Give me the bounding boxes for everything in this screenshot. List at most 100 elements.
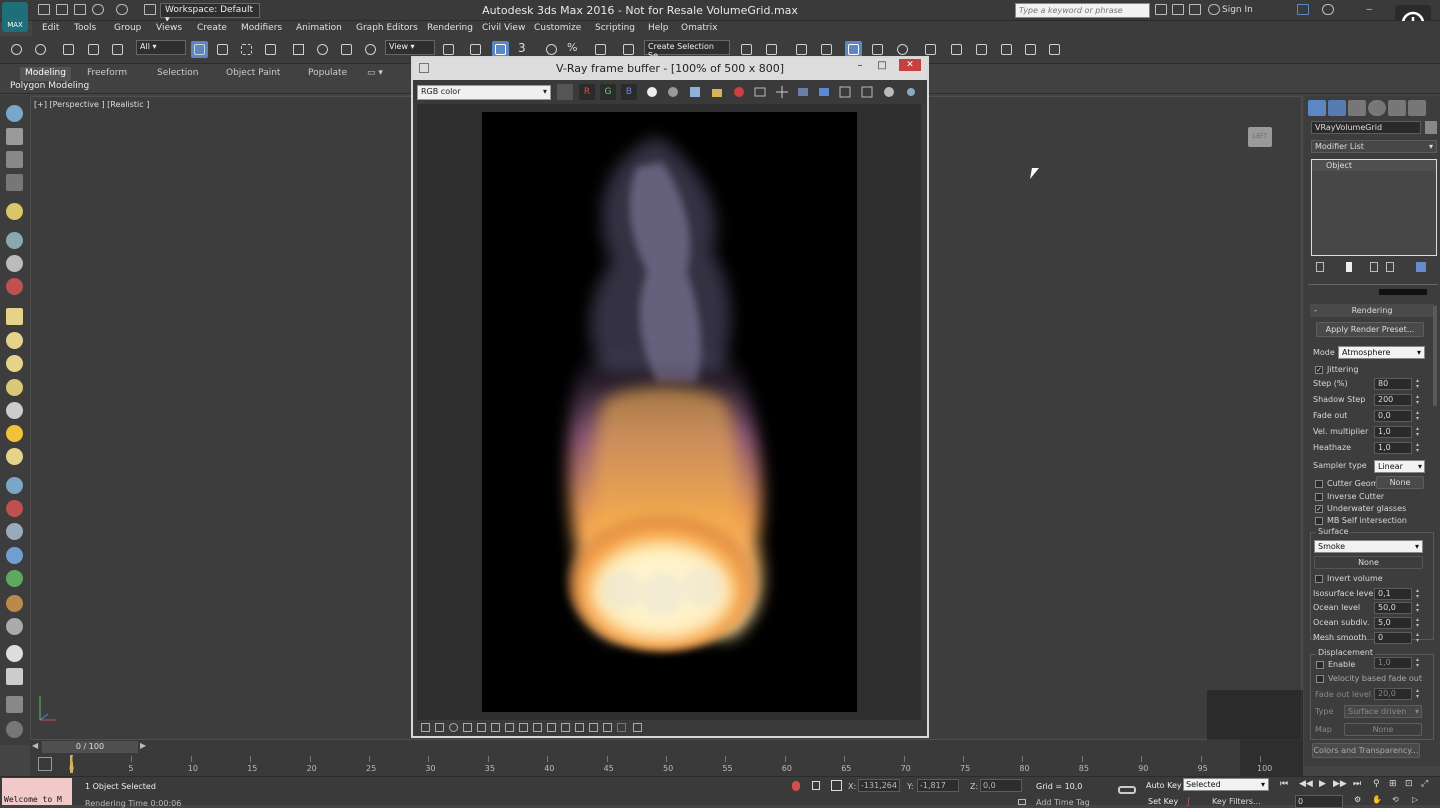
tab-freeform[interactable]: Freeform — [82, 67, 132, 81]
clear-image-icon[interactable] — [731, 84, 747, 100]
menu-modifiers[interactable]: Modifiers — [241, 23, 282, 33]
selection-filter-select[interactable]: All ▾ — [136, 40, 186, 55]
help-icon[interactable] — [6, 721, 23, 738]
bone-icon[interactable] — [6, 523, 23, 540]
add-time-tag-button[interactable]: Add Time Tag — [1036, 798, 1090, 807]
link-to-3dsmax-icon[interactable] — [837, 84, 853, 100]
make-unique-icon[interactable] — [1370, 262, 1378, 272]
menu-omatrix[interactable]: Omatrix — [681, 23, 717, 33]
stamp-icon[interactable] — [903, 84, 919, 100]
field-of-view-icon[interactable]: ▷ — [1412, 795, 1418, 804]
object-name-field[interactable]: VRayVolumeGrid — [1311, 121, 1421, 134]
displacement-enable-checkbox[interactable] — [1316, 661, 1324, 669]
tab-selection[interactable]: Selection — [152, 67, 203, 81]
vel-multiplier-spinner[interactable]: 1,0 — [1374, 426, 1412, 438]
time-config-icon[interactable]: ⚙ — [1354, 795, 1361, 804]
vfb-history-icon[interactable] — [421, 723, 430, 732]
minimize-button[interactable]: ‒ — [1366, 4, 1372, 15]
remove-modifier-icon[interactable] — [1386, 262, 1394, 272]
step-spinner[interactable]: 80 — [1374, 378, 1412, 390]
key-mode-select[interactable]: Selected ▾ — [1183, 778, 1269, 791]
displacement-amount-spinner-arrows[interactable]: ▴ ▾ — [1416, 657, 1422, 669]
heathaze-spinner-arrows[interactable]: ▴ ▾ — [1416, 442, 1422, 454]
zoom-icon[interactable]: ⚲ — [1373, 779, 1380, 789]
select-by-name-icon[interactable] — [214, 41, 231, 58]
vfb-split-icon[interactable] — [603, 723, 612, 732]
vfb-exposure-icon[interactable] — [463, 723, 472, 732]
container-icon[interactable] — [6, 105, 23, 122]
building-icon[interactable] — [6, 668, 23, 685]
menu-customize[interactable]: Customize — [534, 23, 581, 33]
mini-curve-editor-icon[interactable] — [38, 757, 52, 771]
modifier-stack[interactable]: Object — [1311, 159, 1437, 256]
binoculars-icon[interactable] — [1155, 4, 1167, 15]
unlink-icon[interactable] — [85, 41, 102, 58]
motion-tab-icon[interactable] — [1368, 100, 1386, 116]
vfb-curve-icon[interactable] — [491, 723, 500, 732]
apply-render-preset-button[interactable]: Apply Render Preset... — [1316, 322, 1424, 337]
vfb-pixel-aspect-icon[interactable] — [533, 723, 542, 732]
link-icon[interactable] — [60, 41, 77, 58]
displacement-amount-spinner[interactable]: 1,0 — [1374, 657, 1412, 669]
menu-edit[interactable]: Edit — [42, 23, 59, 33]
velocity-fade-checkbox[interactable] — [1316, 675, 1324, 683]
surface-map-button[interactable]: None — [1314, 556, 1423, 569]
shadow-step-spinner[interactable]: 200 — [1374, 394, 1412, 406]
object-color-swatch[interactable] — [1425, 121, 1437, 134]
time-tag-icon[interactable] — [1018, 799, 1026, 805]
render-area[interactable] — [417, 104, 921, 720]
region-render-icon[interactable] — [795, 84, 811, 100]
red-channel-button[interactable]: R — [579, 84, 595, 100]
rotate-icon[interactable] — [314, 41, 331, 58]
alpha-channel-icon[interactable] — [644, 84, 660, 100]
fade-out-spinner-arrows[interactable]: ▴ ▾ — [1416, 410, 1422, 422]
z-coordinate-field[interactable]: 0,0 — [980, 779, 1022, 792]
play-icon[interactable]: ▶ — [1319, 779, 1326, 789]
isosurface-spinner-arrows[interactable]: ▴ ▾ — [1416, 588, 1422, 600]
menu-help[interactable]: Help — [648, 23, 669, 33]
exchange-apps-icon[interactable] — [1297, 4, 1309, 15]
ocean-level-spinner[interactable]: 50,0 — [1374, 602, 1412, 614]
viewcube[interactable]: LEFT — [1248, 127, 1272, 147]
sun-icon[interactable] — [6, 425, 23, 442]
vfb-test-resolution-icon[interactable] — [547, 723, 556, 732]
vfb-maximize-button[interactable]: □ — [873, 60, 891, 74]
save-image-icon[interactable] — [687, 84, 703, 100]
create-tab-icon[interactable] — [1308, 100, 1326, 116]
vel-multiplier-spinner-arrows[interactable]: ▴ ▾ — [1416, 426, 1422, 438]
systems-icon[interactable] — [6, 278, 23, 295]
zoom-all-icon[interactable]: ⊞ — [1389, 779, 1397, 789]
placement-icon[interactable] — [362, 41, 379, 58]
undo-icon[interactable] — [8, 41, 25, 58]
lens-effects-icon[interactable] — [881, 84, 897, 100]
time-slider-track[interactable] — [30, 740, 1240, 754]
new-file-icon[interactable] — [38, 4, 50, 15]
biped-icon[interactable] — [6, 500, 23, 517]
workspace-select[interactable]: Workspace: Default ▾ — [160, 3, 260, 25]
trackbar[interactable] — [30, 754, 1240, 776]
utilities-tab-icon[interactable] — [1408, 100, 1426, 116]
color-correction-icon[interactable] — [557, 84, 573, 100]
menu-civil-view[interactable]: Civil View — [482, 23, 525, 33]
zoom-extents-icon[interactable]: ⊡ — [1405, 779, 1413, 789]
pyramid-icon[interactable] — [6, 402, 23, 419]
monochrome-icon[interactable] — [665, 84, 681, 100]
y-coordinate-field[interactable]: -1,817 — [917, 779, 959, 792]
spacewarp-icon[interactable] — [6, 255, 23, 272]
vfb-levels-icon[interactable] — [477, 723, 486, 732]
displacement-map-button[interactable]: None — [1344, 723, 1422, 736]
ocean-subdiv-spinner[interactable]: 5,0 — [1374, 617, 1412, 629]
cutter-geom-checkbox[interactable] — [1315, 480, 1323, 488]
configure-sets-icon[interactable] — [1416, 262, 1426, 272]
tab-object-paint[interactable]: Object Paint — [221, 67, 285, 81]
step-spinner-arrows[interactable]: ▴ ▾ — [1416, 378, 1422, 390]
tab-modeling[interactable]: Modeling — [20, 67, 71, 81]
vfb-close-button[interactable]: ✕ — [899, 59, 921, 71]
go-to-end-icon[interactable]: ⏭ — [1353, 779, 1361, 789]
rendered-frame-window-icon[interactable] — [948, 41, 965, 58]
vfb-bg-image-icon[interactable] — [505, 723, 514, 732]
mesh-smooth-spinner[interactable]: 0 — [1374, 632, 1412, 644]
heathaze-spinner[interactable]: 1,0 — [1374, 442, 1412, 454]
search-input[interactable] — [1015, 3, 1150, 18]
particle-icon[interactable] — [6, 477, 23, 494]
